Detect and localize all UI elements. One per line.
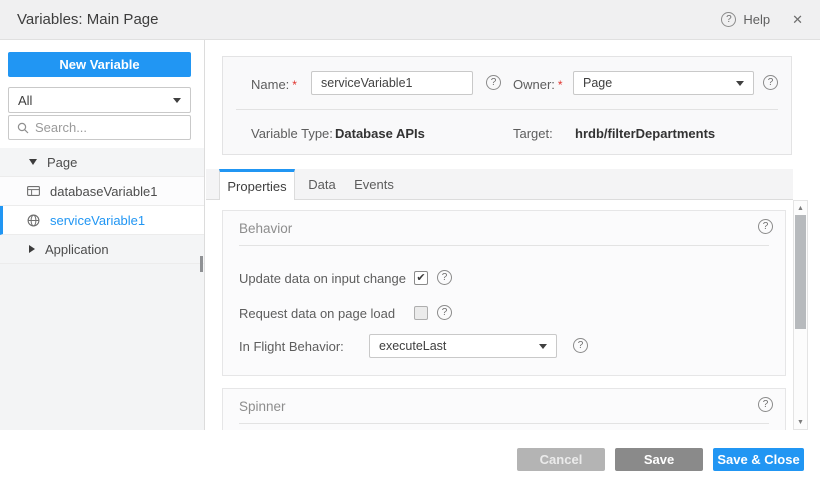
owner-value: Page [583,76,612,90]
variable-filter-select[interactable]: All [8,87,191,113]
header-actions: ? Help ✕ [721,12,803,28]
search-box[interactable] [8,115,191,140]
tab-data[interactable]: Data [298,169,346,200]
target-label: Target: [513,126,553,141]
help-link[interactable]: Help [743,12,770,27]
in-flight-behavior-help-icon[interactable]: ? [573,338,588,353]
divider [239,245,769,246]
search-icon [17,122,29,134]
request-data-checkbox[interactable] [414,306,428,320]
dialog-footer: Cancel Save Save & Close [0,430,820,487]
tree-item-service-variable[interactable]: serviceVariable1 [0,206,204,235]
divider [239,423,769,424]
update-data-checkbox[interactable] [414,271,428,285]
properties-panel: Behavior ? Update data on input change ?… [206,200,793,430]
variable-detail-pane: Name:* ? Owner:* Page ? Variable Type: D… [206,40,820,430]
help-icon[interactable]: ? [721,12,736,27]
tab-events[interactable]: Events [346,169,402,200]
save-and-close-button[interactable]: Save & Close [713,448,804,471]
expand-collapse-icon[interactable] [29,245,35,253]
variables-sidebar: New Variable All Page databaseVariable1 … [0,40,205,430]
spinner-section: Spinner ? [222,388,786,430]
target-value: hrdb/filterDepartments [575,126,715,141]
variable-summary-card: Name:* ? Owner:* Page ? Variable Type: D… [222,56,792,155]
name-field[interactable] [311,71,473,95]
expand-collapse-icon[interactable] [29,159,37,165]
database-variable-icon [26,184,40,198]
tree-item-database-variable[interactable]: databaseVariable1 [0,177,204,206]
update-data-help-icon[interactable]: ? [437,270,452,285]
in-flight-behavior-select[interactable]: executeLast [369,334,557,358]
tree-group-label: Page [47,155,77,170]
owner-select[interactable]: Page [573,71,754,95]
owner-label: Owner:* [513,77,563,92]
request-data-help-icon[interactable]: ? [437,305,452,320]
behavior-help-icon[interactable]: ? [758,219,773,234]
tab-properties[interactable]: Properties [219,169,295,200]
chevron-down-icon [539,344,547,349]
request-data-label: Request data on page load [239,306,395,321]
page-title: Variables: Main Page [17,11,158,28]
tree-item-label: serviceVariable1 [50,213,145,228]
service-variable-icon [26,213,40,227]
save-button[interactable]: Save [615,448,703,471]
tree-group-label: Application [45,242,109,257]
spinner-help-icon[interactable]: ? [758,397,773,412]
tree-group-page[interactable]: Page [0,148,204,177]
search-input[interactable] [35,120,175,135]
in-flight-behavior-label: In Flight Behavior: [239,339,344,354]
dialog-header: Variables: Main Page ? Help ✕ [0,0,820,40]
scroll-up-icon[interactable]: ▲ [794,202,807,214]
chevron-down-icon [173,98,181,103]
variable-filter-value: All [18,93,32,108]
required-marker: * [558,78,563,92]
variable-type-label: Variable Type: [251,126,333,141]
chevron-down-icon [736,81,744,86]
update-data-label: Update data on input change [239,271,406,286]
scroll-down-icon[interactable]: ▼ [794,416,807,428]
required-marker: * [292,78,297,92]
tree-item-label: databaseVariable1 [50,184,157,199]
section-title: Spinner [239,399,286,414]
scrollbar-thumb[interactable] [795,215,806,329]
variable-type-value: Database APIs [335,126,425,141]
close-icon[interactable]: ✕ [792,12,803,28]
cancel-button[interactable]: Cancel [517,448,605,471]
sidebar-scrollbar-thumb[interactable] [200,256,203,272]
variables-tree: Page databaseVariable1 serviceVariable1 … [0,148,204,264]
tree-group-application[interactable]: Application [0,235,204,264]
new-variable-button[interactable]: New Variable [8,52,191,77]
behavior-section: Behavior ? Update data on input change ?… [222,210,786,376]
tab-bar: Properties Data Events [206,169,793,200]
section-title: Behavior [239,221,292,236]
name-label: Name:* [251,77,297,92]
in-flight-behavior-value: executeLast [379,339,446,353]
name-help-icon[interactable]: ? [486,75,501,90]
divider [236,109,778,110]
sidebar-empty-area [0,264,204,430]
owner-help-icon[interactable]: ? [763,75,778,90]
panel-scrollbar[interactable]: ▲ ▼ [793,200,808,430]
